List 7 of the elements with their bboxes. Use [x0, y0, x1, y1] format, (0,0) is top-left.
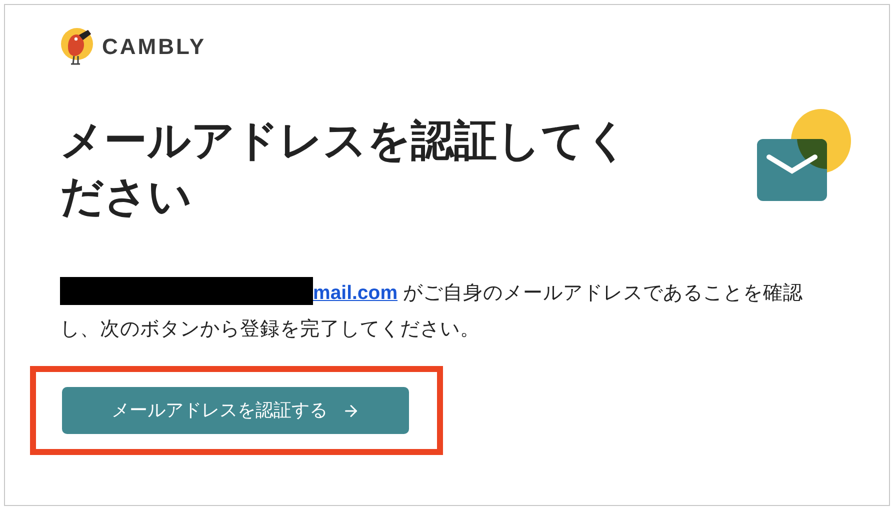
- envelope-icon: [757, 109, 853, 203]
- verification-message: mail.com がご自身のメールアドレスであることを確認し、次のボタンから登録を完了してください。: [60, 275, 840, 347]
- email-link[interactable]: mail.com: [313, 282, 398, 304]
- bird-logo-icon: [60, 25, 96, 67]
- verify-email-button[interactable]: メールアドレスを認証する: [62, 387, 409, 434]
- page-heading: メールアドレスを認証してください: [60, 116, 630, 223]
- brand-name: CAMBLY: [102, 32, 206, 60]
